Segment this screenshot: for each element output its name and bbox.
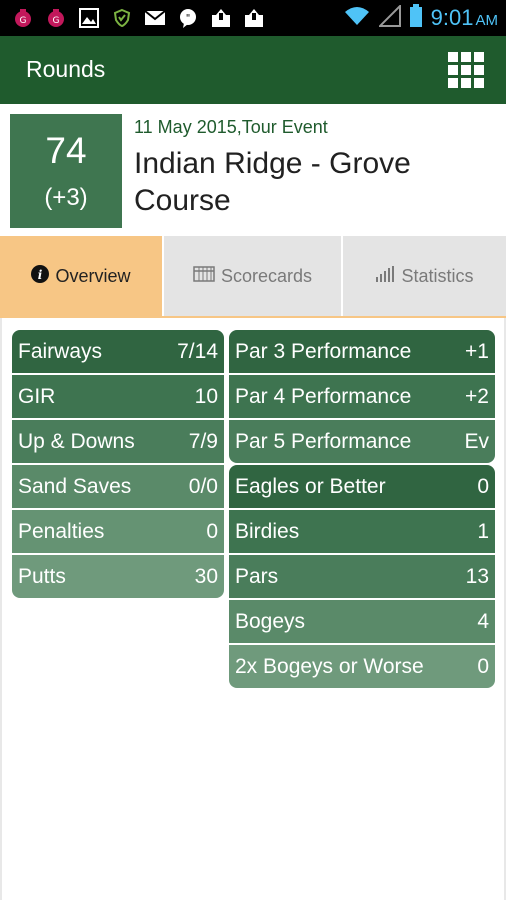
shield-icon bbox=[111, 7, 133, 29]
svg-text:G: G bbox=[53, 16, 60, 26]
mail-icon bbox=[144, 7, 166, 29]
stat-label: Putts bbox=[18, 564, 66, 588]
upload-icon-2 bbox=[243, 7, 265, 29]
svg-text:i: i bbox=[38, 268, 43, 282]
stat-value: 13 bbox=[465, 564, 489, 588]
total-score: 74 bbox=[45, 130, 87, 171]
stat-label: Bogeys bbox=[235, 609, 306, 633]
tab-scorecards-label: Scorecards bbox=[220, 265, 313, 286]
round-header: 74 (+3) 11 May 2015,Tour Event Indian Ri… bbox=[0, 104, 506, 236]
tab-statistics-label: Statistics bbox=[401, 265, 474, 286]
stat-label: Penalties bbox=[18, 519, 105, 543]
status-bar: G G " 9:01 AM bbox=[0, 0, 506, 36]
stat-bogeys: Bogeys 4 bbox=[229, 600, 495, 643]
round-date-event: 11 May 2015,Tour Event bbox=[134, 117, 328, 137]
stat-value: 0 bbox=[477, 474, 489, 498]
app-icon: G bbox=[12, 7, 34, 29]
stat-par3-performance: Par 3 Performance +1 bbox=[229, 330, 495, 373]
stat-value: 0/0 bbox=[188, 474, 218, 498]
notification-icons: G G " bbox=[12, 6, 265, 30]
bar-chart-icon bbox=[375, 265, 395, 287]
stat-value: 0 bbox=[477, 654, 489, 678]
stat-label: Pars bbox=[235, 564, 279, 588]
stat-value: 0 bbox=[206, 519, 218, 543]
stat-value: 7/14 bbox=[177, 339, 218, 363]
stat-value: Ev bbox=[464, 429, 489, 453]
svg-text:": " bbox=[186, 13, 191, 24]
stat-par5-performance: Par 5 Performance Ev bbox=[229, 420, 495, 463]
stat-label: 2x Bogeys or Worse bbox=[235, 654, 424, 678]
stat-value: 1 bbox=[477, 519, 489, 543]
action-bar: Rounds bbox=[0, 36, 506, 104]
stat-putts: Putts 30 bbox=[12, 555, 224, 598]
stat-value: 30 bbox=[194, 564, 218, 588]
chat-icon: " bbox=[177, 7, 199, 29]
stat-label: Par 3 Performance bbox=[235, 339, 412, 363]
info-icon: i bbox=[31, 264, 50, 288]
stat-penalties: Penalties 0 bbox=[12, 510, 224, 553]
signal-icon bbox=[377, 3, 401, 32]
stat-double-bogeys: 2x Bogeys or Worse 0 bbox=[229, 645, 495, 688]
svg-text:G: G bbox=[20, 16, 27, 26]
stat-value: 4 bbox=[477, 609, 489, 633]
stat-sand-saves: Sand Saves 0/0 bbox=[12, 465, 224, 508]
app-icon-2: G bbox=[45, 7, 67, 29]
battery-icon bbox=[409, 3, 423, 33]
stat-value: 10 bbox=[194, 384, 218, 408]
stat-label: GIR bbox=[18, 384, 56, 408]
stat-value: +1 bbox=[465, 339, 489, 363]
score-box: 74 (+3) bbox=[10, 114, 122, 228]
stat-value: +2 bbox=[465, 384, 489, 408]
stat-label: Fairways bbox=[18, 339, 103, 363]
tab-scorecards[interactable]: Scorecards bbox=[164, 236, 341, 316]
stat-label: Par 5 Performance bbox=[235, 429, 412, 453]
stat-value: 7/9 bbox=[188, 429, 218, 453]
tab-overview-label: Overview bbox=[55, 265, 131, 286]
scorecard-icon bbox=[193, 265, 215, 287]
page-title: Rounds bbox=[26, 56, 106, 82]
clock-time: 9:01 bbox=[430, 5, 474, 30]
clock: 9:01 AM bbox=[431, 5, 498, 31]
upload-icon bbox=[210, 7, 232, 29]
stat-label: Par 4 Performance bbox=[235, 384, 412, 408]
score-to-par: (+3) bbox=[44, 184, 88, 211]
stat-pars: Pars 13 bbox=[229, 555, 495, 598]
stat-label: Sand Saves bbox=[18, 474, 132, 498]
stat-par4-performance: Par 4 Performance +2 bbox=[229, 375, 495, 418]
stat-birdies: Birdies 1 bbox=[229, 510, 495, 553]
stat-up-downs: Up & Downs 7/9 bbox=[12, 420, 224, 463]
system-status: 9:01 AM bbox=[343, 3, 498, 33]
stat-label: Birdies bbox=[235, 519, 300, 543]
stat-label: Eagles or Better bbox=[235, 474, 386, 498]
stat-gir: GIR 10 bbox=[12, 375, 224, 418]
wifi-icon bbox=[343, 5, 371, 32]
stat-fairways: Fairways 7/14 bbox=[12, 330, 224, 373]
tab-indicator-line bbox=[0, 316, 506, 318]
course-name: Indian Ridge - Grove Course bbox=[134, 147, 411, 217]
stat-eagles: Eagles or Better 0 bbox=[229, 465, 495, 508]
grid-icon[interactable] bbox=[448, 52, 484, 88]
stat-label: Up & Downs bbox=[18, 429, 135, 453]
tab-bar: i Overview Scorecards Statistics bbox=[0, 236, 506, 318]
image-icon bbox=[78, 7, 100, 29]
clock-ampm: AM bbox=[475, 12, 499, 29]
tab-statistics[interactable]: Statistics bbox=[343, 236, 506, 316]
tab-overview[interactable]: i Overview bbox=[0, 236, 162, 316]
